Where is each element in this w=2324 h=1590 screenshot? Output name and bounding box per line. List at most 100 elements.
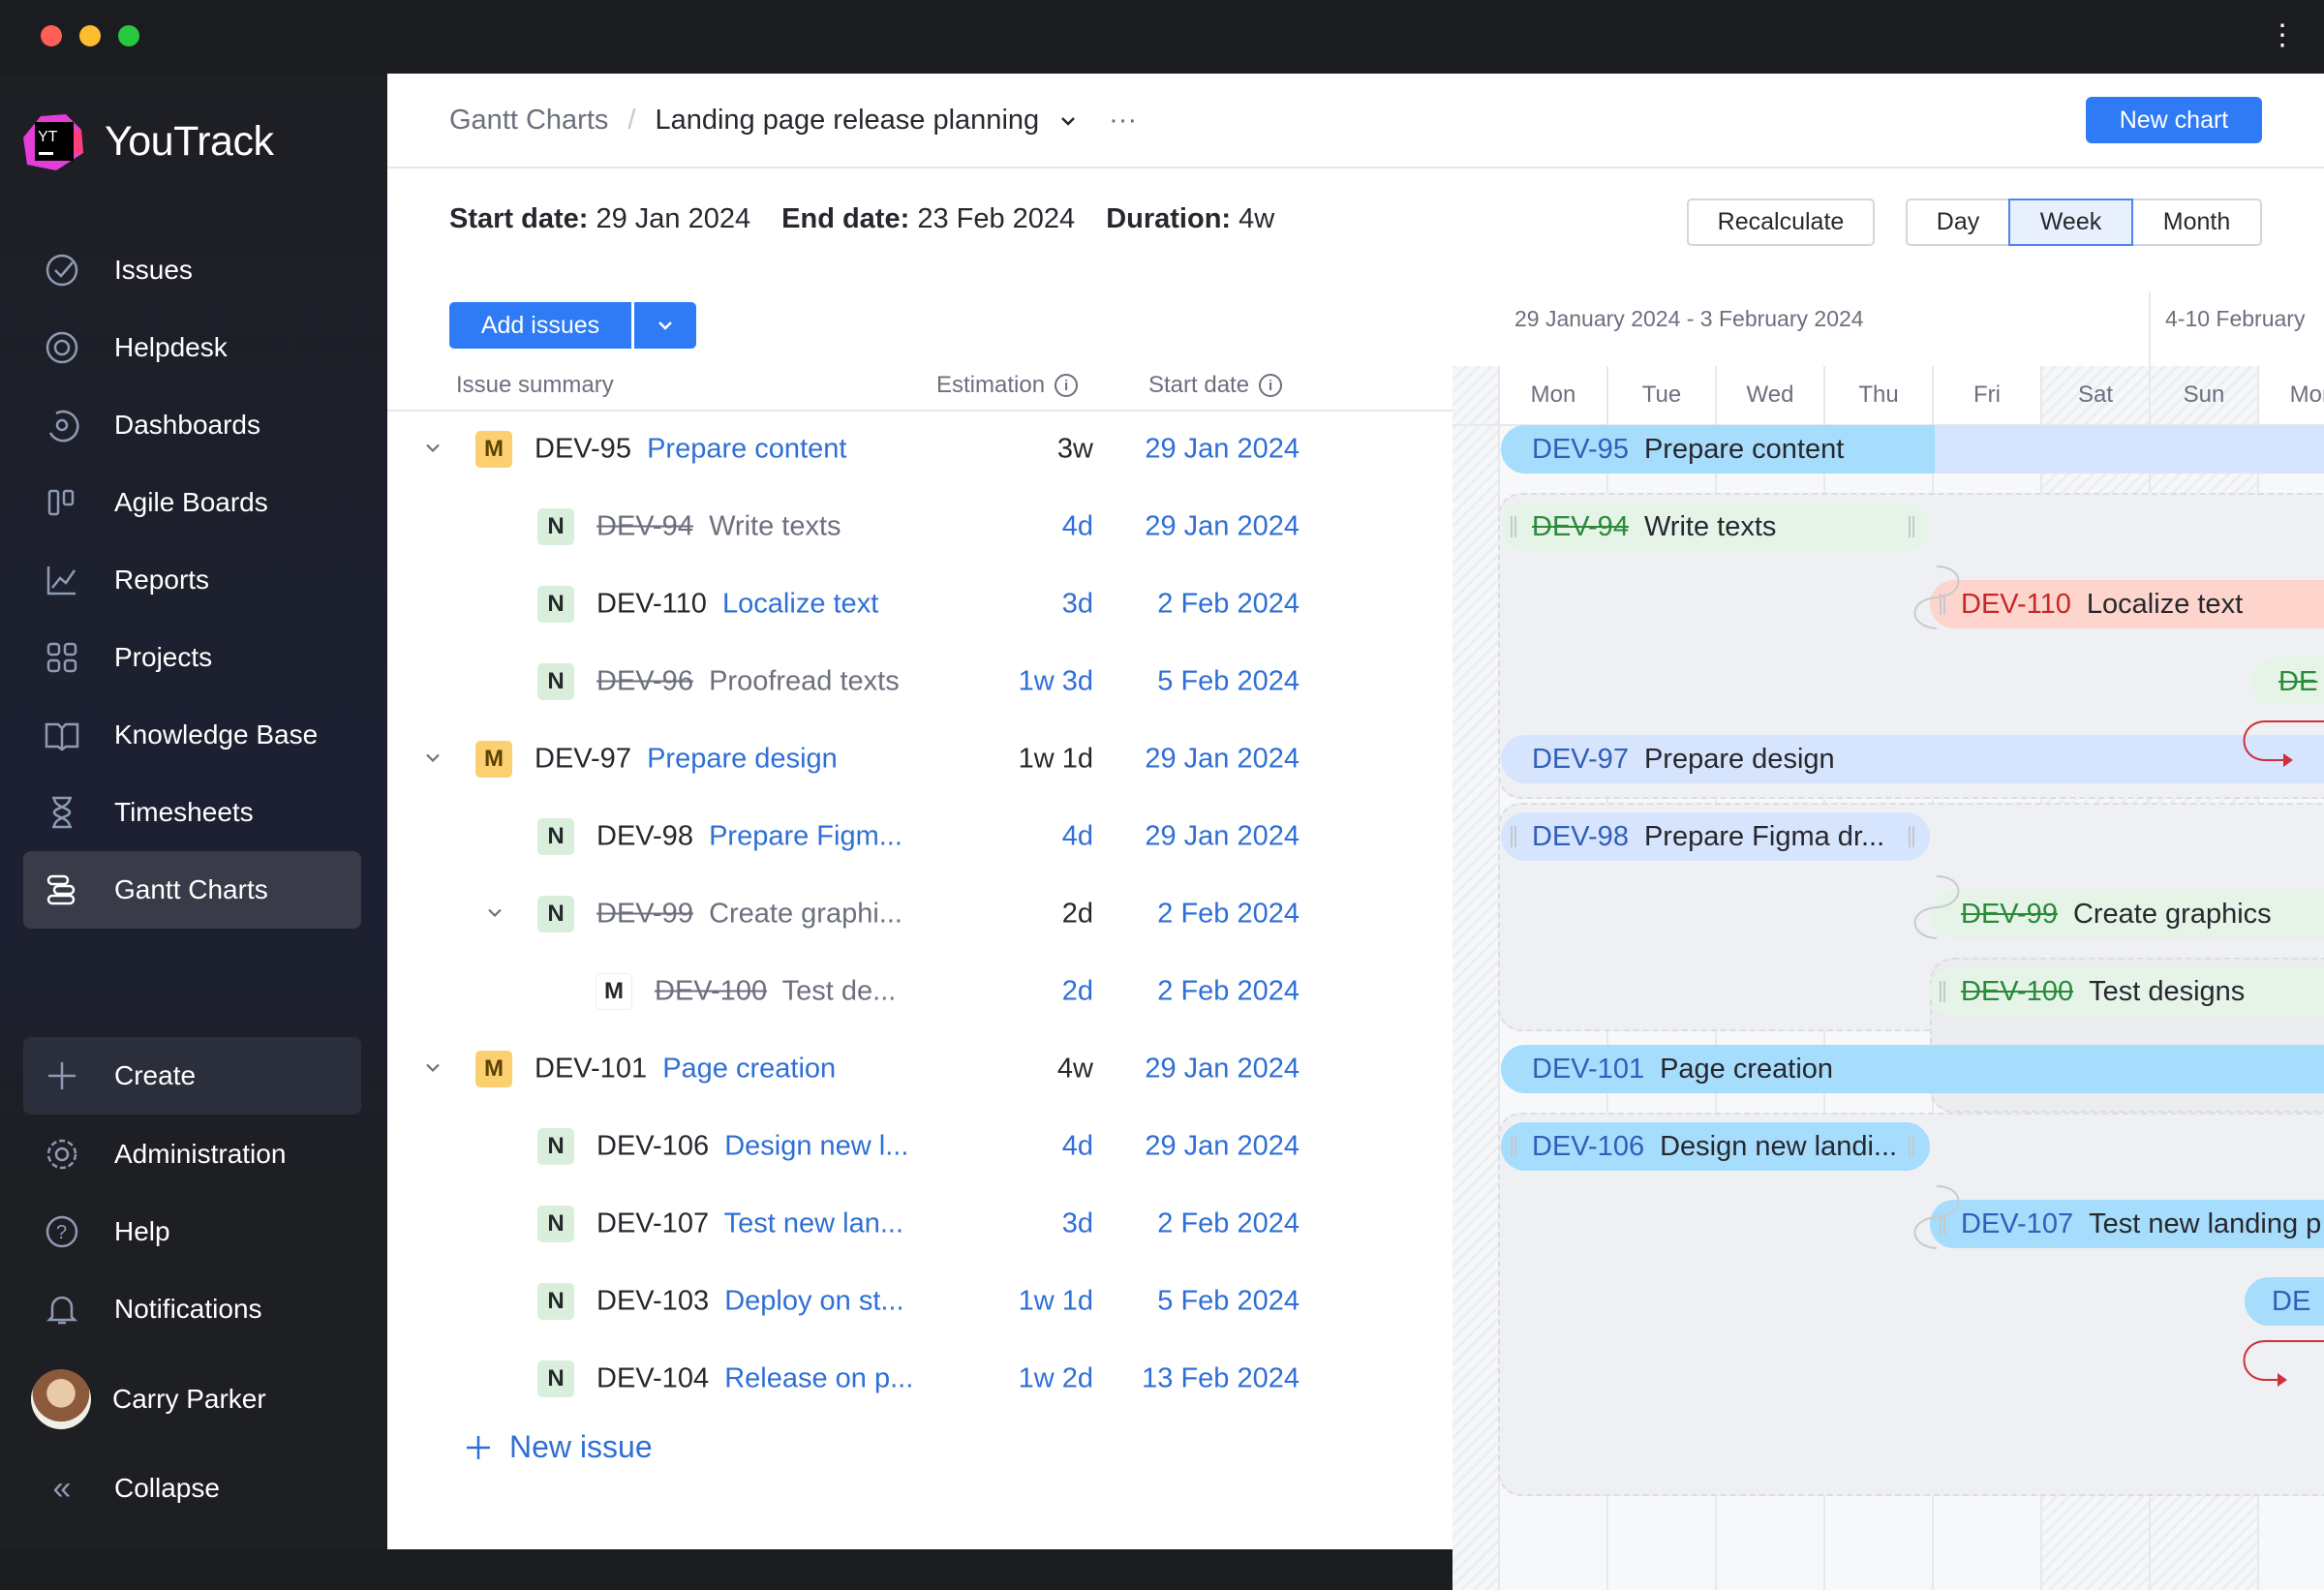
scale-week-button[interactable]: Week [2008,199,2133,246]
issue-title[interactable]: Proofread texts [709,666,900,697]
issue-title[interactable]: Prepare content [647,434,846,465]
estimation-cell[interactable]: 2d [1062,976,1093,1008]
table-row[interactable]: N DEV-106 Design new l... 4d 29 Jan 2024 [387,1108,1452,1185]
start-date-cell[interactable]: 29 Jan 2024 [1145,744,1300,776]
collapse-button[interactable]: « Collapse [23,1450,361,1527]
table-row[interactable]: N DEV-98 Prepare Figm... 4d 29 Jan 2024 [387,798,1452,875]
maximize-window-button[interactable] [118,25,139,46]
issue-title[interactable]: Write texts [709,511,841,542]
issue-title[interactable]: Test de... [782,976,897,1007]
estimation-cell[interactable]: 1w 2d [1019,1363,1093,1395]
table-row[interactable]: N DEV-99 Create graphi... 2d 2 Feb 2024 [387,875,1452,953]
estimation-cell[interactable]: 4w [1057,1054,1093,1085]
youtrack-logo[interactable]: YT YouTrack [23,110,274,172]
expand-chevron-icon[interactable] [423,1054,443,1085]
issue-id[interactable]: DEV-103 [596,1286,709,1317]
scale-day-button[interactable]: Day [1906,199,2010,246]
column-estimation[interactable]: Estimation i [936,372,1079,399]
issue-title[interactable]: Create graphi... [709,899,902,930]
issue-title[interactable]: Page creation [662,1054,836,1085]
issue-title[interactable]: Test new lan... [724,1208,903,1239]
table-row[interactable]: M DEV-101 Page creation 4w 29 Jan 2024 [387,1030,1452,1108]
sidebar-item-administration[interactable]: Administration [23,1116,361,1193]
start-date-cell[interactable]: 5 Feb 2024 [1157,1286,1300,1318]
start-date-cell[interactable]: 29 Jan 2024 [1145,434,1300,466]
issue-id[interactable]: DEV-94 [596,511,693,542]
expand-chevron-icon[interactable] [485,899,505,931]
issue-id[interactable]: DEV-104 [596,1363,709,1394]
estimation-cell[interactable]: 2d [1062,899,1093,931]
close-window-button[interactable] [41,25,62,46]
issue-id[interactable]: DEV-97 [535,744,631,775]
info-icon[interactable]: i [1055,374,1079,397]
issue-id[interactable]: DEV-95 [535,434,631,465]
issue-id[interactable]: DEV-106 [596,1131,709,1162]
issue-title[interactable]: Prepare Figm... [709,821,902,852]
issue-title[interactable]: Design new l... [724,1131,908,1162]
sidebar-item-notifications[interactable]: Notifications [23,1270,361,1348]
start-date-cell[interactable]: 2 Feb 2024 [1157,899,1300,931]
sidebar-item-helpdesk[interactable]: Helpdesk [23,309,361,386]
estimation-cell[interactable]: 1w 3d [1019,666,1093,698]
issue-id[interactable]: DEV-110 [596,589,707,620]
estimation-cell[interactable]: 4d [1062,821,1093,853]
estimation-cell[interactable]: 1w 1d [1019,1286,1093,1318]
sidebar-item-issues[interactable]: Issues [23,231,361,309]
new-chart-button[interactable]: New chart [2086,97,2262,143]
sidebar-item-projects[interactable]: Projects [23,619,361,696]
info-icon[interactable]: i [1259,374,1283,397]
expand-chevron-icon[interactable] [423,744,443,776]
issue-title[interactable]: Deploy on st... [724,1286,903,1317]
sidebar-item-agile-boards[interactable]: Agile Boards [23,464,361,541]
start-date-cell[interactable]: 2 Feb 2024 [1157,589,1300,621]
table-row[interactable]: N DEV-96 Proofread texts 1w 3d 5 Feb 202… [387,643,1452,720]
sidebar-item-gantt-charts[interactable]: Gantt Charts [23,851,361,929]
start-date-cell[interactable]: 29 Jan 2024 [1145,511,1300,543]
start-date-cell[interactable]: 29 Jan 2024 [1145,821,1300,853]
issue-id[interactable]: DEV-107 [596,1208,709,1239]
table-row[interactable]: N DEV-107 Test new lan... 3d 2 Feb 2024 [387,1185,1452,1263]
issue-title[interactable]: Prepare design [647,744,838,775]
more-vertical-icon[interactable]: ⋮ [2268,21,2297,50]
issue-id[interactable]: DEV-98 [596,821,693,852]
more-options-button[interactable]: ··· [1109,105,1137,137]
sidebar-item-reports[interactable]: Reports [23,541,361,619]
start-date-cell[interactable]: 29 Jan 2024 [1145,1131,1300,1163]
issue-id[interactable]: DEV-99 [596,899,693,930]
issue-title[interactable]: Release on p... [724,1363,913,1394]
gantt-chart[interactable]: 29 January 2024 - 3 February 2024 4-10 F… [1452,292,2324,1590]
breadcrumb-current[interactable]: Landing page release planning [655,105,1039,137]
user-profile[interactable]: Carry Parker [23,1361,361,1438]
sidebar-item-dashboards[interactable]: Dashboards [23,386,361,464]
issue-title[interactable]: Localize text [722,589,878,620]
issue-id[interactable]: DEV-100 [655,976,767,1007]
sidebar-item-timesheets[interactable]: Timesheets [23,774,361,851]
column-issue-summary[interactable]: Issue summary [456,372,614,399]
table-row[interactable]: N DEV-104 Release on p... 1w 2d 13 Feb 2… [387,1340,1452,1418]
breadcrumb-root[interactable]: Gantt Charts [449,105,608,137]
chevron-down-icon[interactable] [1058,111,1078,131]
issue-id[interactable]: DEV-96 [596,666,693,697]
sidebar-item-help[interactable]: ? Help [23,1193,361,1270]
expand-chevron-icon[interactable] [423,434,443,466]
start-date-cell[interactable]: 13 Feb 2024 [1142,1363,1300,1395]
column-start-date[interactable]: Start date i [1148,372,1283,399]
scale-month-button[interactable]: Month [2131,199,2262,246]
table-row[interactable]: N DEV-103 Deploy on st... 1w 1d 5 Feb 20… [387,1263,1452,1340]
estimation-cell[interactable]: 3w [1057,434,1093,466]
minimize-window-button[interactable] [79,25,101,46]
start-date-cell[interactable]: 2 Feb 2024 [1157,1208,1300,1240]
table-row[interactable]: M DEV-100 Test de... 2d 2 Feb 2024 [387,953,1452,1030]
table-row[interactable]: N DEV-94 Write texts 4d 29 Jan 2024 [387,488,1452,566]
estimation-cell[interactable]: 4d [1062,1131,1093,1163]
new-issue-button[interactable]: New issue [465,1429,653,1465]
table-row[interactable]: N DEV-110 Localize text 3d 2 Feb 2024 [387,566,1452,643]
issue-id[interactable]: DEV-101 [535,1054,647,1085]
recalculate-button[interactable]: Recalculate [1687,199,1875,246]
start-date-cell[interactable]: 5 Feb 2024 [1157,666,1300,698]
add-issues-dropdown[interactable] [634,302,696,349]
sidebar-item-knowledge-base[interactable]: Knowledge Base [23,696,361,774]
sidebar-item-create[interactable]: Create [23,1037,361,1115]
estimation-cell[interactable]: 4d [1062,511,1093,543]
estimation-cell[interactable]: 3d [1062,1208,1093,1240]
